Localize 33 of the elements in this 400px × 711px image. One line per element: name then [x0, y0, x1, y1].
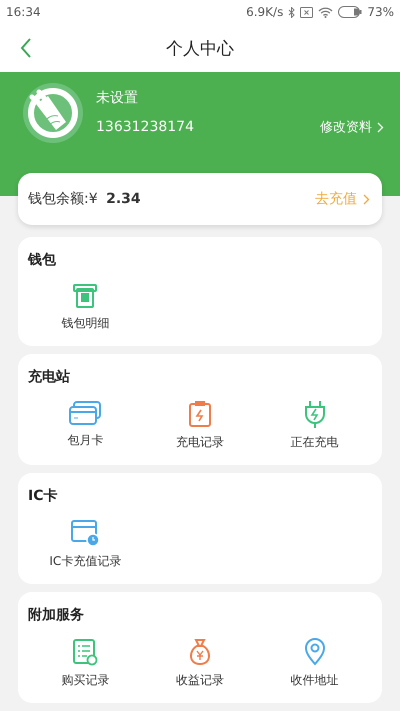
plug-bolt-icon	[302, 400, 327, 428]
status-time: 16:34	[6, 5, 41, 19]
chevron-icon	[363, 194, 370, 204]
network-speed: 6.9K/s	[246, 5, 284, 19]
sim-card-icon	[300, 6, 314, 18]
back-icon[interactable]	[20, 38, 32, 58]
cash-slot-icon	[72, 283, 98, 309]
wifi-icon	[318, 6, 334, 18]
list-document-icon	[72, 638, 98, 666]
menu-item[interactable]: IC卡充值记录	[28, 519, 143, 570]
wallet-balance: 钱包余额:¥ 2.34	[28, 190, 141, 208]
section-title: 充电站	[28, 368, 70, 386]
user-name: 未设置	[96, 89, 139, 107]
chevron-icon	[377, 122, 384, 132]
location-pin-icon	[304, 638, 326, 666]
menu-item[interactable]: 收件地址	[257, 638, 372, 689]
section-title: 钱包	[28, 251, 56, 269]
menu-item[interactable]: 包月卡	[28, 400, 143, 451]
menu-item[interactable]: 正在充电	[257, 400, 372, 451]
menu-item[interactable]: 收益记录	[142, 638, 258, 689]
menu-item[interactable]: 购买记录	[28, 638, 143, 689]
cards-icon	[68, 400, 102, 426]
menu-item[interactable]: 充电记录	[142, 400, 258, 451]
bluetooth-icon	[288, 6, 296, 18]
battery-percent: 73%	[367, 5, 394, 19]
page-title: 个人中心	[166, 38, 234, 60]
section-title: IC卡	[28, 487, 58, 505]
menu-item[interactable]: 钱包明细	[28, 283, 143, 332]
section-title: 附加服务	[28, 606, 84, 624]
phone-number: 13631238174	[96, 119, 194, 135]
window-clock-icon	[70, 519, 100, 547]
clipboard-bolt-icon	[188, 400, 212, 428]
battery-icon	[338, 6, 362, 18]
